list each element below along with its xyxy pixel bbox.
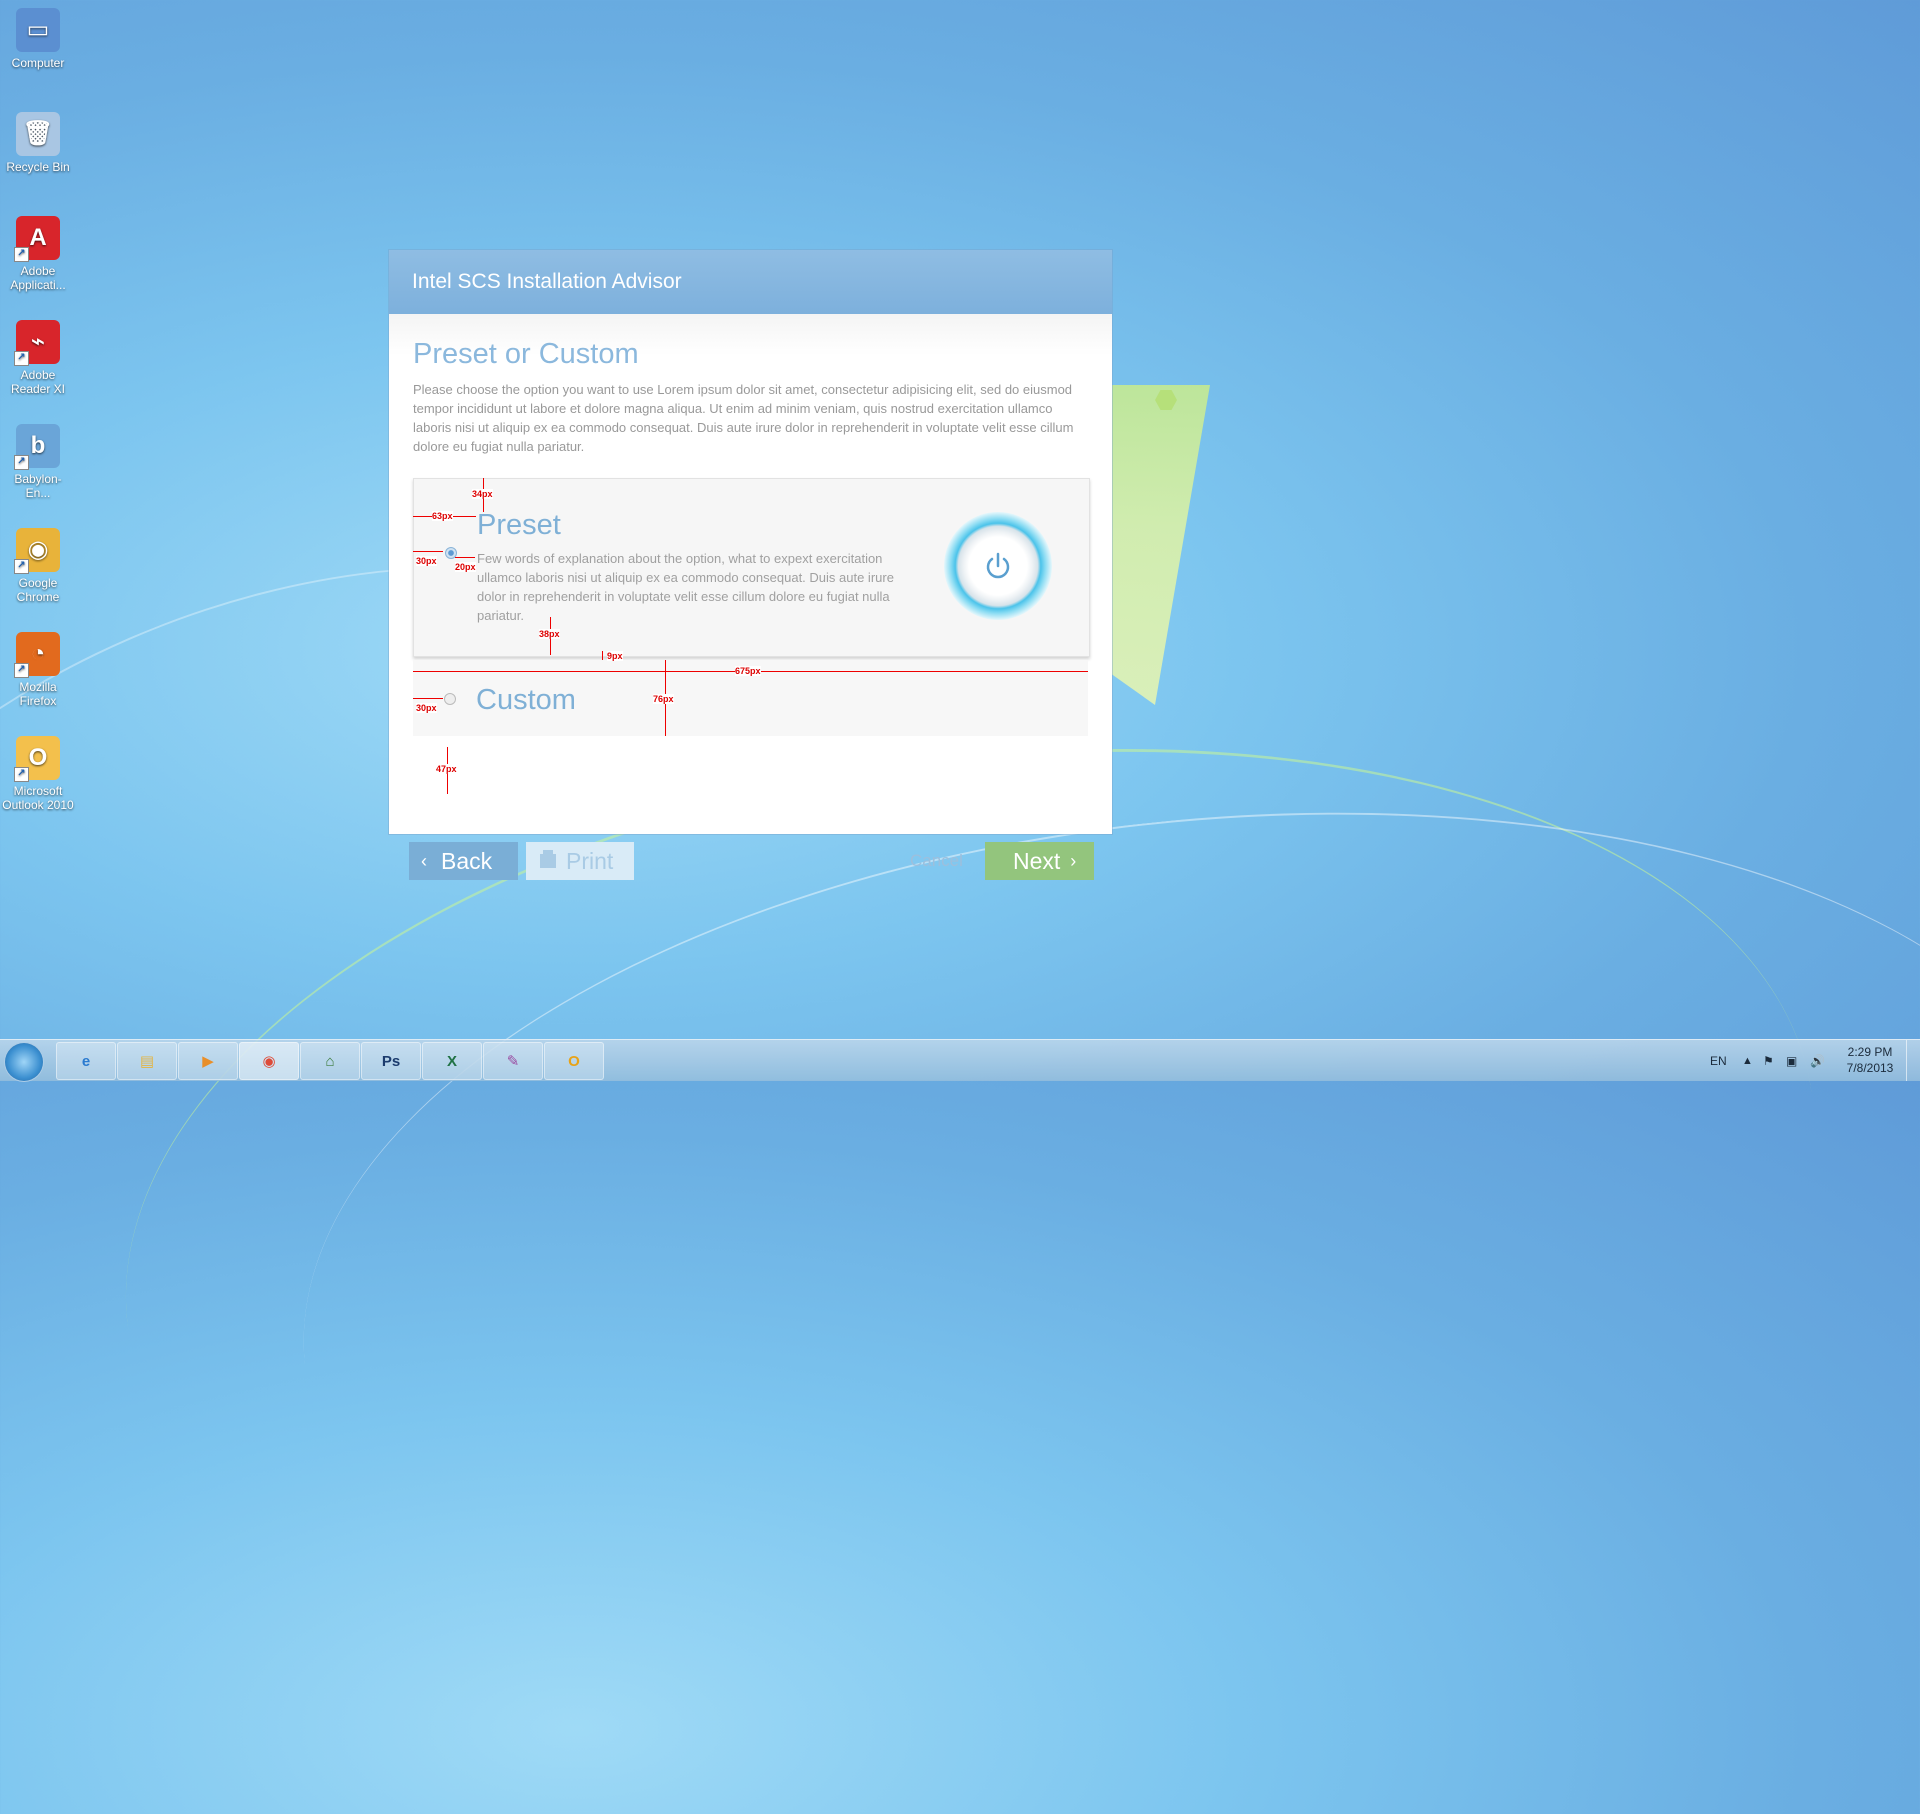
back-button[interactable]: ‹ Back [409, 842, 518, 880]
shortcut-arrow-icon: ↗ [14, 559, 29, 574]
desktop-icon-label: Adobe Reader XI [10, 368, 66, 396]
taskbar-outlook[interactable]: O [544, 1042, 604, 1080]
excel-icon: X [446, 1052, 457, 1070]
chevron-left-icon: ‹ [421, 851, 427, 871]
chevron-right-icon: › [1070, 851, 1077, 871]
desktop-icon-label: Adobe Applicati... [10, 264, 66, 292]
shortcut-arrow-icon: ↗ [14, 247, 29, 262]
flag-icon[interactable]: ⚑ [1763, 1040, 1774, 1081]
network-icon[interactable]: ▣ [1786, 1040, 1797, 1081]
clock[interactable]: 2:29 PM 7/8/2013 [1840, 1044, 1900, 1076]
media-player-icon: ▶ [202, 1053, 214, 1070]
adobe-application-manager-icon: A ↗ [14, 216, 60, 262]
dimension-label: 38px [539, 629, 560, 639]
internet-explorer-icon: e [81, 1052, 91, 1070]
desktop-icon-adobe-application-manager[interactable]: A ↗ Adobe Applicati... [2, 216, 74, 292]
page-description: Please choose the option you want to use… [413, 382, 1074, 454]
outlook-icon: O [568, 1052, 580, 1070]
print-button-label: Print [566, 848, 614, 874]
installer-window: Intel SCS Installation Advisor Preset or… [389, 250, 1112, 880]
clock-time: 2:29 PM [1847, 1045, 1893, 1059]
desktop-icon-adobe-reader[interactable]: ⌁ ↗ Adobe Reader XI [2, 320, 74, 396]
taskbar-google-chrome[interactable]: ◉ [239, 1042, 299, 1080]
preset-option-card[interactable]: Preset Few words of explanation about th… [413, 478, 1090, 657]
wallpaper-leaf [1110, 385, 1210, 705]
desktop-icon-recycle-bin[interactable]: 🗑 Recycle Bin [2, 112, 74, 174]
photoshop-icon: Ps [381, 1052, 401, 1070]
printer-icon [540, 850, 556, 868]
desktop-icon-mozilla-firefox[interactable]: ◔ ↗ Mozilla Firefox [2, 632, 74, 708]
desktop-icon-label: Babylon-En... [14, 472, 62, 500]
custom-title: Custom [476, 684, 576, 716]
window-title: Intel SCS Installation Advisor [389, 250, 1112, 314]
taskbar-media-player[interactable]: ▶ [178, 1042, 238, 1080]
volume-icon[interactable]: 🔊 [1810, 1040, 1825, 1081]
desktop-icon-google-chrome[interactable]: ◉ ↗ Google Chrome [2, 528, 74, 604]
dimension-label: 63px [432, 511, 453, 521]
dimension-line [602, 651, 603, 660]
desktop-icon-computer[interactable]: ▭ Computer [2, 8, 74, 70]
desktop-icon-microsoft-outlook[interactable]: O ↗ Microsoft Outlook 2010 [2, 736, 74, 812]
desktop-icon-babylon[interactable]: b ↗ Babylon-En... [2, 424, 74, 500]
taskbar-paint-tool[interactable]: ✎ [483, 1042, 543, 1080]
window-body: Preset or Custom Please choose the optio… [389, 314, 1112, 880]
taskbar-file-explorer[interactable]: ▤ [117, 1042, 177, 1080]
preset-description: Few words of explanation about the optio… [477, 551, 894, 623]
desktop-icon-label: Computer [11, 56, 65, 70]
clock-date: 7/8/2013 [1846, 1061, 1894, 1075]
show-hidden-icons[interactable]: ▲ [1742, 1040, 1753, 1081]
shortcut-arrow-icon: ↗ [14, 351, 29, 366]
preset-title: Preset [477, 509, 561, 541]
taskbar-network-tool[interactable]: ⌂ [300, 1042, 360, 1080]
page-title: Preset or Custom [413, 338, 639, 370]
power-symbol-icon [986, 552, 1010, 579]
shortcut-arrow-icon: ↗ [14, 455, 29, 470]
cancel-button-label: Cancel [910, 851, 963, 870]
custom-radio[interactable] [444, 693, 456, 705]
desktop-icon-label: Google Chrome [16, 576, 60, 604]
file-explorer-icon: ▤ [139, 1053, 155, 1070]
mozilla-firefox-icon: ◔ ↗ [14, 632, 60, 678]
show-desktop-button[interactable] [1906, 1040, 1920, 1081]
desktop-icon-label: Mozilla Firefox [19, 680, 57, 708]
desktop-icon-label: Recycle Bin [6, 160, 70, 174]
network-tool-icon: ⌂ [325, 1052, 335, 1070]
cancel-button[interactable]: Cancel [910, 842, 963, 880]
google-chrome-icon: ◉ ↗ [14, 528, 60, 574]
dimension-label: 20px [455, 562, 476, 572]
dimension-label: 47px [436, 764, 457, 774]
adobe-reader-icon: ⌁ ↗ [14, 320, 60, 366]
dimension-label: 34px [472, 489, 493, 499]
shortcut-arrow-icon: ↗ [14, 767, 29, 782]
wallpaper-swoosh [257, 728, 1920, 1814]
dimension-label: 30px [416, 556, 437, 566]
google-chrome-icon: ◉ [262, 1053, 276, 1070]
taskbar: e ▤ ▶ ◉ ⌂ Ps X ✎ O EN ▲ ⚑ ▣ 🔊 2:29 PM 7/8/2013 [0, 1039, 1920, 1082]
print-button[interactable]: Print [526, 842, 634, 880]
babylon-icon: b ↗ [14, 424, 60, 470]
taskbar-photoshop[interactable]: Ps [361, 1042, 421, 1080]
power-icon[interactable] [944, 512, 1052, 620]
dimension-line [413, 698, 443, 699]
dimension-line [455, 557, 475, 558]
next-button[interactable]: Next › [985, 842, 1094, 880]
dimension-line [413, 551, 443, 552]
taskbar-internet-explorer[interactable]: e [56, 1042, 116, 1080]
back-button-label: Back [441, 848, 493, 874]
next-button-label: Next [1013, 848, 1061, 874]
dimension-label: 675px [735, 666, 761, 676]
paint-tool-icon: ✎ [506, 1053, 520, 1070]
dimension-label: 30px [416, 703, 437, 713]
recycle-bin-icon: 🗑 [16, 112, 60, 156]
language-indicator[interactable]: EN [1710, 1040, 1727, 1081]
start-button[interactable] [4, 1042, 44, 1082]
computer-icon: ▭ [16, 8, 60, 52]
shortcut-arrow-icon: ↗ [14, 663, 29, 678]
desktop-icon-label: Microsoft Outlook 2010 [2, 784, 74, 812]
dimension-label: 76px [653, 694, 674, 704]
taskbar-excel[interactable]: X [422, 1042, 482, 1080]
dimension-label: 9px [607, 651, 623, 661]
microsoft-outlook-icon: O ↗ [14, 736, 60, 782]
